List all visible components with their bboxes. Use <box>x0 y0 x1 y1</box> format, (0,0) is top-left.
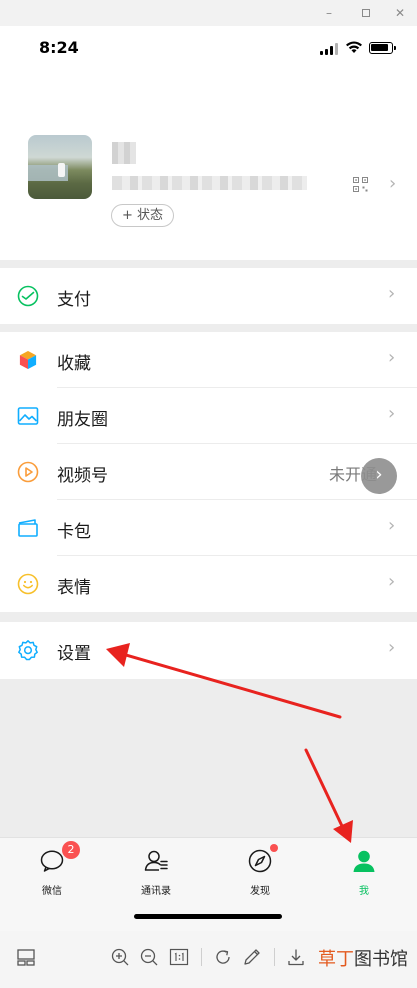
brand-part-1: 草丁 <box>318 949 354 970</box>
cube-icon <box>19 350 37 370</box>
add-status-button[interactable]: + 状态 <box>111 204 174 227</box>
wechat-id-blurred <box>112 176 307 190</box>
maximize-icon <box>362 9 370 17</box>
menu-label: 表情 <box>57 578 91 598</box>
chevron-right-icon: › <box>388 347 396 368</box>
menu-item-favorites[interactable]: 收藏 › <box>0 332 417 388</box>
section-divider <box>0 260 417 268</box>
app-window: – ✕ 8:24 + 状态 › 支付 › 收藏 › 朋友圈 › 视频号 未开通 … <box>0 0 417 988</box>
empty-background <box>0 679 417 837</box>
toolbar-separator <box>201 948 202 966</box>
rotate-icon[interactable] <box>213 947 233 967</box>
photo-icon <box>17 407 39 425</box>
chevron-right-icon: › <box>388 515 396 536</box>
maximize-button[interactable] <box>357 4 375 22</box>
profile-header[interactable]: + 状态 › <box>0 70 417 260</box>
menu-label: 设置 <box>57 644 91 664</box>
section-divider <box>0 324 417 332</box>
person-icon <box>353 850 375 872</box>
close-button[interactable]: ✕ <box>391 4 409 22</box>
window-title-bar: – ✕ <box>0 0 417 26</box>
menu-label: 支付 <box>57 290 91 310</box>
new-content-dot <box>270 844 278 852</box>
wechat-pay-icon <box>17 285 39 307</box>
menu-label: 收藏 <box>57 354 91 374</box>
edit-pen-icon[interactable] <box>242 947 262 967</box>
menu-label: 卡包 <box>57 522 91 542</box>
wifi-icon <box>346 41 362 53</box>
menu-label: 朋友圈 <box>57 410 108 430</box>
status-time: 8:24 <box>39 38 79 57</box>
viewer-toolbar: 草丁图书馆 <box>0 931 417 988</box>
brand-part-2: 图书馆 <box>354 949 408 970</box>
tab-me[interactable]: 我 <box>324 848 404 897</box>
section-divider <box>0 612 417 622</box>
chat-icon <box>40 850 64 872</box>
play-circle-icon <box>17 461 39 483</box>
menu-item-channels[interactable]: 视频号 未开通 <box>0 444 417 500</box>
compass-icon <box>248 849 272 873</box>
wallet-icon <box>18 519 38 537</box>
tab-chats[interactable]: 微信 <box>12 848 92 897</box>
battery-icon <box>369 42 396 54</box>
thumbnail-view-icon[interactable] <box>16 947 36 967</box>
smile-icon <box>17 573 39 595</box>
chevron-right-icon: › <box>389 173 397 194</box>
download-icon[interactable] <box>286 947 306 967</box>
gear-icon <box>18 640 38 661</box>
chevron-right-icon: › <box>388 637 396 658</box>
watermark-logo: 草丁图书馆 <box>318 945 408 971</box>
zoom-out-icon[interactable] <box>139 947 159 967</box>
actual-size-icon[interactable] <box>169 947 189 967</box>
zoom-in-icon[interactable] <box>110 947 130 967</box>
chevron-right-icon: › <box>388 403 396 424</box>
tab-discover[interactable]: 发现 <box>220 848 300 897</box>
unread-badge: 2 <box>62 841 80 859</box>
minimize-button[interactable]: – <box>320 4 338 22</box>
chevron-right-icon: › <box>388 571 396 592</box>
tab-label: 通讯录 <box>141 886 171 897</box>
nickname-blurred <box>112 142 136 164</box>
avatar[interactable] <box>28 135 92 199</box>
contacts-icon <box>144 850 168 871</box>
menu-item-pay[interactable]: 支付 › <box>0 268 417 324</box>
cellular-signal-icon <box>320 43 340 55</box>
menu-label: 视频号 <box>57 466 108 486</box>
tab-label: 微信 <box>42 886 62 897</box>
chevron-right-icon: › <box>388 283 396 304</box>
toolbar-separator <box>274 948 275 966</box>
tab-label: 我 <box>359 886 369 897</box>
home-indicator[interactable] <box>134 914 282 919</box>
menu-item-moments[interactable]: 朋友圈 › <box>0 388 417 444</box>
menu-item-cards[interactable]: 卡包 › <box>0 500 417 556</box>
floating-forward-button[interactable]: › <box>361 458 397 494</box>
tab-contacts[interactable]: 通讯录 <box>116 848 196 897</box>
menu-item-settings[interactable]: 设置 › <box>0 622 417 678</box>
qr-code-icon[interactable] <box>353 177 368 192</box>
phone-status-bar: 8:24 <box>0 26 417 70</box>
tab-label: 发现 <box>250 886 270 897</box>
menu-item-stickers[interactable]: 表情 › <box>0 556 417 612</box>
